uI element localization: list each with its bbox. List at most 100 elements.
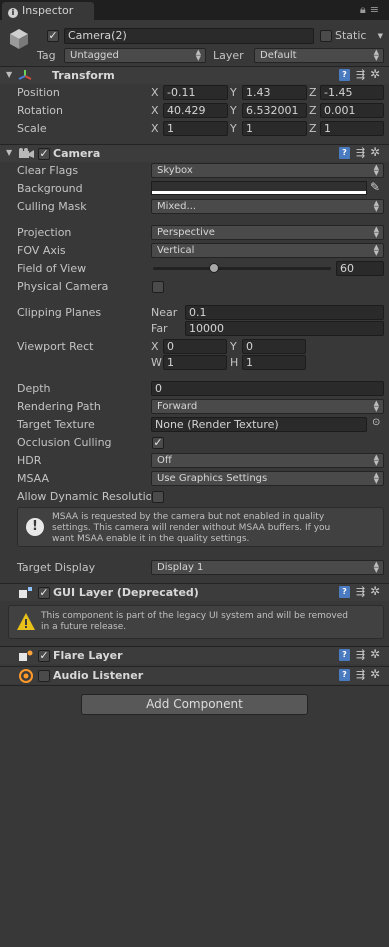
layer-label: Layer bbox=[213, 49, 244, 62]
rotation-y-field[interactable]: 6.532001 bbox=[242, 103, 307, 118]
rotation-z-field[interactable]: 0.001 bbox=[320, 103, 384, 118]
layer-dropdown[interactable]: Default ▲ ▼ bbox=[254, 48, 384, 63]
physical-camera-checkbox[interactable] bbox=[152, 281, 164, 293]
help-book-icon[interactable]: ? bbox=[339, 586, 350, 598]
rotation-z-label[interactable]: Z bbox=[309, 104, 317, 117]
tab-inspector[interactable]: i Inspector bbox=[2, 2, 94, 20]
tag-dropdown[interactable]: Untagged ▲ ▼ bbox=[64, 48, 206, 63]
viewport-y-label[interactable]: Y bbox=[230, 340, 237, 353]
preset-sliders-icon[interactable]: ⇶ bbox=[356, 68, 365, 81]
position-z-label[interactable]: Z bbox=[309, 86, 317, 99]
static-checkbox[interactable] bbox=[320, 30, 332, 42]
near-field[interactable]: 0.1 bbox=[185, 305, 384, 320]
help-book-icon[interactable]: ? bbox=[339, 649, 350, 661]
clear-flags-dropdown[interactable]: Skybox ▲ ▼ bbox=[151, 163, 384, 178]
scale-x-field[interactable]: 1 bbox=[163, 121, 228, 136]
audio-listener-header[interactable]: Audio Listener ? ⇶ ✲ bbox=[0, 666, 389, 684]
position-y-field[interactable]: 1.43 bbox=[242, 85, 307, 100]
position-z-field[interactable]: -1.45 bbox=[320, 85, 384, 100]
rotation-x-label[interactable]: X bbox=[151, 104, 159, 117]
transform-header[interactable]: ▼ Transform ? ⇶ ✲ bbox=[0, 66, 389, 84]
msaa-dropdown[interactable]: Use Graphics Settings ▲ ▼ bbox=[151, 471, 384, 486]
foldout-arrow-icon[interactable]: ▼ bbox=[6, 70, 12, 79]
flare-layer-header[interactable]: ✓ Flare Layer ? ⇶ ✲ bbox=[0, 646, 389, 664]
object-picker-icon[interactable]: ⊙ bbox=[372, 417, 380, 428]
lock-icon[interactable]: 🔒︎ bbox=[360, 3, 370, 16]
viewport-x-label[interactable]: X bbox=[151, 340, 159, 353]
camera-enabled-checkbox[interactable]: ✓ bbox=[38, 148, 50, 160]
object-name-field[interactable]: Camera(2) bbox=[64, 28, 314, 44]
scale-z-label[interactable]: Z bbox=[309, 122, 317, 135]
depth-field[interactable]: 0 bbox=[151, 381, 384, 396]
scale-z-field[interactable]: 1 bbox=[320, 121, 384, 136]
camera-header[interactable]: ▼ ✓ Camera ? ⇶ ✲ bbox=[0, 144, 389, 162]
gear-icon[interactable]: ✲ bbox=[370, 145, 380, 159]
viewport-w-field[interactable]: 1 bbox=[163, 355, 227, 370]
scale-y-field[interactable]: 1 bbox=[242, 121, 307, 136]
rotation-label: Rotation bbox=[17, 104, 64, 117]
dynamic-resolution-checkbox[interactable] bbox=[152, 491, 164, 503]
chevron-updown-icon: ▲ ▼ bbox=[195, 48, 201, 62]
preset-sliders-icon[interactable]: ⇶ bbox=[356, 146, 365, 159]
fov-axis-value: Vertical bbox=[157, 245, 195, 256]
help-book-icon[interactable]: ? bbox=[339, 669, 350, 681]
position-x-field[interactable]: -0.11 bbox=[163, 85, 228, 100]
audio-listener-checkbox[interactable] bbox=[38, 670, 50, 682]
static-dropdown-arrow[interactable]: ▼ bbox=[372, 29, 384, 43]
chevron-updown-icon: ▲ ▼ bbox=[373, 199, 379, 213]
fov-slider-track[interactable] bbox=[153, 267, 331, 270]
preset-sliders-icon[interactable]: ⇶ bbox=[356, 648, 365, 661]
help-book-icon[interactable]: ? bbox=[339, 147, 350, 159]
rendering-path-dropdown[interactable]: Forward ▲ ▼ bbox=[151, 399, 384, 414]
menu-icon[interactable]: ≡ bbox=[370, 3, 383, 16]
far-field[interactable]: 10000 bbox=[185, 321, 384, 336]
gui-layer-header[interactable]: ✓ GUI Layer (Deprecated) ? ⇶ ✲ bbox=[0, 583, 389, 601]
scale-y-label[interactable]: Y bbox=[230, 122, 237, 135]
active-checkbox[interactable]: ✓ bbox=[47, 30, 59, 42]
preset-sliders-icon[interactable]: ⇶ bbox=[356, 585, 365, 598]
msaa-help-line-3: want MSAA enable it in the quality setti… bbox=[52, 534, 250, 544]
foldout-arrow-icon[interactable]: ▼ bbox=[6, 148, 12, 157]
culling-mask-dropdown[interactable]: Mixed... ▲ ▼ bbox=[151, 199, 384, 214]
flare-layer-checkbox[interactable]: ✓ bbox=[38, 650, 50, 662]
clear-flags-label: Clear Flags bbox=[17, 164, 79, 177]
fov-slider-thumb[interactable] bbox=[208, 263, 219, 273]
component-tools: ? ⇶ ✲ bbox=[339, 667, 385, 682]
transform-title: Transform bbox=[52, 69, 115, 82]
viewport-h-label[interactable]: H bbox=[230, 356, 238, 369]
component-tools: ? ⇶ ✲ bbox=[339, 584, 385, 599]
projection-dropdown[interactable]: Perspective ▲ ▼ bbox=[151, 225, 384, 240]
help-book-icon[interactable]: ? bbox=[339, 69, 350, 81]
target-texture-field[interactable]: None (Render Texture) bbox=[151, 417, 367, 432]
occlusion-culling-checkbox[interactable]: ✓ bbox=[152, 437, 164, 449]
color-alpha-bar bbox=[152, 191, 366, 194]
gui-layer-warning-box: This component is part of the legacy UI … bbox=[8, 605, 384, 639]
rotation-y-label[interactable]: Y bbox=[230, 104, 237, 117]
viewport-h-field[interactable]: 1 bbox=[242, 355, 306, 370]
warning-icon bbox=[16, 612, 36, 632]
gui-layer-checkbox[interactable]: ✓ bbox=[38, 587, 50, 599]
position-y-label[interactable]: Y bbox=[230, 86, 237, 99]
fov-axis-dropdown[interactable]: Vertical ▲ ▼ bbox=[151, 243, 384, 258]
fov-label: Field of View bbox=[17, 262, 87, 275]
fov-value-field[interactable]: 60 bbox=[336, 261, 384, 276]
gear-icon[interactable]: ✲ bbox=[370, 667, 380, 681]
viewport-y-field[interactable]: 0 bbox=[242, 339, 306, 354]
gear-icon[interactable]: ✲ bbox=[370, 647, 380, 661]
viewport-x-field[interactable]: 0 bbox=[163, 339, 227, 354]
target-texture-label: Target Texture bbox=[17, 418, 95, 431]
background-color-field[interactable] bbox=[151, 181, 367, 195]
rotation-x-field[interactable]: 40.429 bbox=[163, 103, 228, 118]
position-x-label[interactable]: X bbox=[151, 86, 159, 99]
gear-icon[interactable]: ✲ bbox=[370, 584, 380, 598]
gear-icon[interactable]: ✲ bbox=[370, 67, 380, 81]
eyedropper-icon[interactable]: ✎ bbox=[370, 180, 380, 194]
fov-axis-label: FOV Axis bbox=[17, 244, 66, 257]
add-component-button[interactable]: Add Component bbox=[81, 694, 308, 715]
target-display-dropdown[interactable]: Display 1 ▲ ▼ bbox=[151, 560, 384, 575]
viewport-w-label[interactable]: W bbox=[151, 356, 162, 369]
depth-label: Depth bbox=[17, 382, 51, 395]
scale-x-label[interactable]: X bbox=[151, 122, 159, 135]
preset-sliders-icon[interactable]: ⇶ bbox=[356, 668, 365, 681]
hdr-dropdown[interactable]: Off ▲ ▼ bbox=[151, 453, 384, 468]
